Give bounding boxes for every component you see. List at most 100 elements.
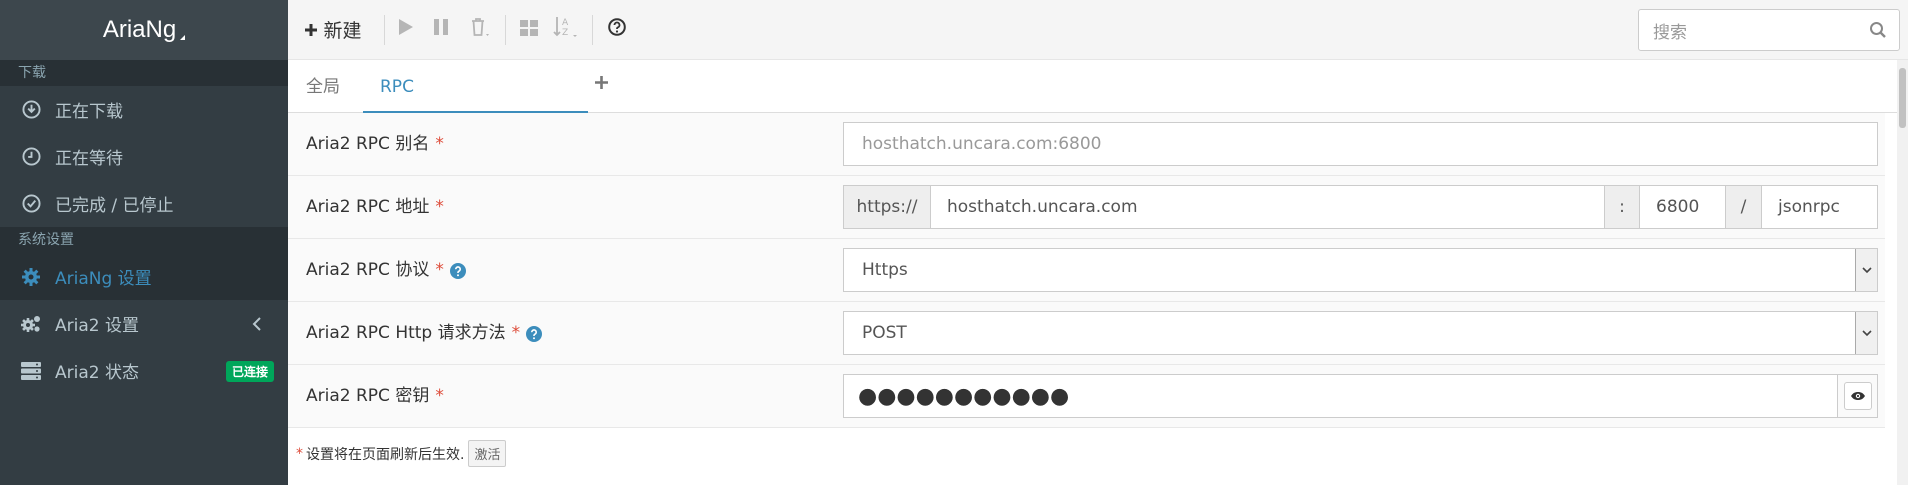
help-button[interactable] xyxy=(599,0,635,60)
colon-separator: : xyxy=(1605,186,1640,228)
select-all-button[interactable] xyxy=(512,0,546,60)
http-method-label: Aria2 RPC Http 请求方法 * xyxy=(306,302,543,365)
sidebar-item-label: AriaNg 设置 xyxy=(55,269,152,289)
http-method-select[interactable]: POST xyxy=(843,311,1878,355)
settings-footnote: * 设置将在页面刷新后生效. 激活 xyxy=(296,440,507,467)
toolbar-divider xyxy=(505,14,506,45)
pause-icon xyxy=(433,18,449,41)
required-marker: * xyxy=(511,323,521,343)
form-row-secret: Aria2 RPC 密钥 * ●●●●●●●●●●● xyxy=(288,365,1885,428)
plus-icon xyxy=(595,76,608,89)
delete-button[interactable] xyxy=(461,0,499,60)
settings-tabs: 全局 RPC xyxy=(288,61,1908,113)
toolbar-divider xyxy=(384,14,385,45)
alias-placeholder: hosthatch.uncara.com:6800 xyxy=(862,134,1102,154)
download-icon xyxy=(20,99,42,121)
clock-icon xyxy=(20,146,42,168)
new-task-button[interactable]: 新建 xyxy=(288,0,378,60)
sidebar-item-ariang-settings[interactable]: AriaNg 设置 xyxy=(0,253,288,300)
protocol-label: Aria2 RPC 协议 * xyxy=(306,239,466,302)
http-method-label-text: Aria2 RPC Http 请求方法 xyxy=(306,323,506,343)
host-input[interactable]: hosthatch.uncara.com xyxy=(931,186,1605,228)
check-circle-icon xyxy=(20,193,42,215)
scrollbar-thumb[interactable] xyxy=(1899,68,1906,128)
form-row-alias: Aria2 RPC 别名 * hosthatch.uncara.com:6800 xyxy=(288,113,1885,176)
required-marker: * xyxy=(435,386,444,406)
required-marker: * xyxy=(435,134,444,154)
chevron-down-icon xyxy=(1855,249,1877,291)
tab-global[interactable]: 全局 xyxy=(306,61,346,113)
question-circle-icon[interactable] xyxy=(526,325,543,342)
sidebar-item-aria2-status[interactable]: Aria2 状态 已连接 xyxy=(0,347,288,394)
search-placeholder: 搜索 xyxy=(1653,22,1687,43)
alias-label-text: Aria2 RPC 别名 xyxy=(306,134,430,154)
protocol-selected-value: Https xyxy=(862,260,908,280)
alias-input[interactable]: hosthatch.uncara.com:6800 xyxy=(843,122,1878,166)
sort-button[interactable]: AZ xyxy=(546,0,586,60)
brand-logo[interactable]: AriaNg xyxy=(0,0,288,60)
sidebar-item-label: 正在下载 xyxy=(55,102,123,122)
secret-masked-value: ●●●●●●●●●●● xyxy=(858,383,1070,409)
tab-rpc[interactable]: RPC xyxy=(363,61,588,113)
address-input-group: https:// hosthatch.uncara.com : 6800 / j… xyxy=(843,185,1878,229)
sidebar-item-stopped[interactable]: 已完成 / 已停止 xyxy=(0,180,288,227)
slash-separator: / xyxy=(1726,186,1762,228)
sidebar: AriaNg 下载 正在下载 正在等待 已完成 / 已停止 系统设置 AriaN… xyxy=(0,0,288,485)
sidebar-item-label: 正在等待 xyxy=(55,149,123,169)
protocol-label-text: Aria2 RPC 协议 xyxy=(306,260,430,280)
app-title: AriaNg xyxy=(102,16,177,43)
brand-caret-icon xyxy=(180,34,186,40)
eye-icon xyxy=(1843,382,1872,410)
alias-label: Aria2 RPC 别名 * xyxy=(306,113,444,176)
search-input[interactable]: 搜索 xyxy=(1638,9,1900,51)
protocol-prefix: https:// xyxy=(844,186,931,228)
chevron-down-icon xyxy=(1855,312,1877,354)
pause-button[interactable] xyxy=(421,0,461,60)
port-input[interactable]: 6800 xyxy=(1640,186,1726,228)
secret-label: Aria2 RPC 密钥 * xyxy=(306,365,444,428)
protocol-select[interactable]: Https xyxy=(843,248,1878,292)
address-label-text: Aria2 RPC 地址 xyxy=(306,197,430,217)
address-label: Aria2 RPC 地址 * xyxy=(306,176,444,239)
sort-alpha-icon: AZ xyxy=(553,16,579,43)
footnote-star: * xyxy=(296,445,303,462)
sidebar-header-settings: 系统设置 xyxy=(0,227,288,253)
toggle-secret-visibility-button[interactable] xyxy=(1837,375,1877,417)
connection-status-badge: 已连接 xyxy=(225,361,274,382)
rpc-settings-form: Aria2 RPC 别名 * hosthatch.uncara.com:6800 … xyxy=(288,113,1885,428)
http-method-selected-value: POST xyxy=(862,323,907,343)
start-button[interactable] xyxy=(391,0,421,60)
form-row-address: Aria2 RPC 地址 * https:// hosthatch.uncara.… xyxy=(288,176,1885,239)
required-marker: * xyxy=(435,260,444,280)
new-task-label: 新建 xyxy=(323,20,362,42)
sidebar-item-label: Aria2 状态 xyxy=(55,363,139,383)
svg-text:Z: Z xyxy=(562,28,568,38)
plus-icon xyxy=(304,23,318,37)
secret-input[interactable]: ●●●●●●●●●●● xyxy=(843,374,1878,418)
chevron-left-icon xyxy=(252,316,262,336)
scrollbar[interactable] xyxy=(1897,60,1908,485)
grid-icon xyxy=(520,19,538,41)
trash-icon xyxy=(469,17,491,42)
form-row-http-method: Aria2 RPC Http 请求方法 * POST xyxy=(288,302,1885,365)
required-marker: * xyxy=(435,197,444,217)
add-rpc-tab-button[interactable] xyxy=(594,75,609,95)
sidebar-item-label: Aria2 设置 xyxy=(55,316,139,336)
secret-label-text: Aria2 RPC 密钥 xyxy=(306,386,430,406)
sidebar-item-waiting[interactable]: 正在等待 xyxy=(0,133,288,180)
toolbar: 新建 AZ 搜索 xyxy=(288,0,1908,60)
question-circle-icon[interactable] xyxy=(449,262,466,279)
footnote-text: 设置将在页面刷新后生效. xyxy=(306,446,465,463)
sidebar-item-label: 已完成 / 已停止 xyxy=(55,196,174,216)
form-row-protocol: Aria2 RPC 协议 * Https xyxy=(288,239,1885,302)
sidebar-item-downloading[interactable]: 正在下载 xyxy=(0,86,288,133)
svg-text:A: A xyxy=(562,18,569,28)
sidebar-item-aria2-settings[interactable]: Aria2 设置 xyxy=(0,300,288,347)
gear-icon xyxy=(20,266,42,288)
path-input[interactable]: jsonrpc xyxy=(1762,186,1877,228)
server-icon xyxy=(20,360,42,382)
search-icon[interactable] xyxy=(1869,21,1887,44)
sidebar-header-downloads: 下载 xyxy=(0,60,288,86)
question-circle-icon xyxy=(608,18,626,41)
activate-button[interactable]: 激活 xyxy=(468,440,507,467)
